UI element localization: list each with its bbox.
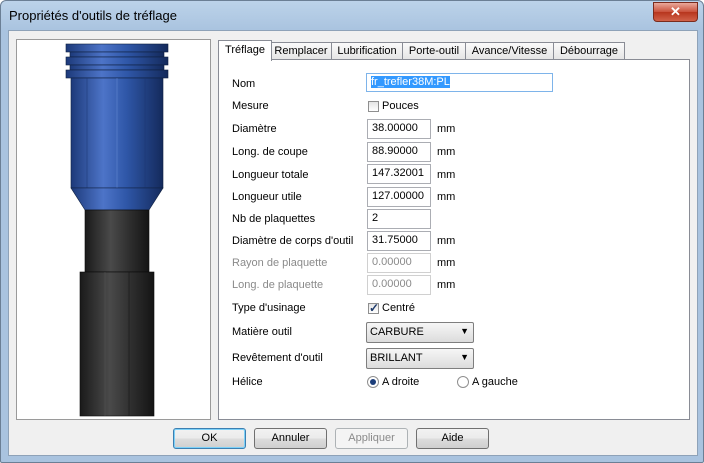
long-coupe-label: Long. de coupe (232, 146, 308, 158)
long-coupe-field[interactable]: 88.90000 (367, 142, 431, 162)
window-title: Propriétés d'outils de tréflage (9, 8, 177, 23)
treflage-panel: Nom fr_trefler38M:PL Mesure Pouces Diamè… (218, 59, 690, 420)
tab-porte-outil[interactable]: Porte-outil (402, 42, 466, 60)
dropdown-arrow-icon: ▼ (460, 352, 469, 362)
longueur-totale-field[interactable]: 147.32001 (367, 164, 431, 184)
appliquer-button: Appliquer (335, 428, 408, 449)
radio-selected-dot (370, 379, 376, 385)
longueur-utile-field[interactable]: 127.00000 (367, 187, 431, 207)
a-droite-label: A droite (382, 376, 420, 388)
centre-label: Centré (382, 302, 416, 314)
tab-treflage[interactable]: Tréflage (218, 40, 272, 61)
nom-label: Nom (232, 78, 256, 90)
nom-value: fr_trefler38M:PL (371, 76, 450, 88)
helice-label: Hélice (232, 376, 263, 388)
tab-lubrification[interactable]: Lubrification (331, 42, 403, 60)
tab-avance-vitesse[interactable]: Avance/Vitesse (465, 42, 554, 60)
tab-remplacer[interactable]: Remplacer (270, 42, 332, 60)
longueur-totale-unit: mm (437, 169, 456, 181)
longueur-totale-label: Longueur totale (232, 169, 309, 181)
revetement-label: Revêtement d'outil (232, 352, 323, 364)
a-gauche-radio[interactable] (457, 376, 469, 388)
ok-button[interactable]: OK (173, 428, 246, 449)
a-gauche-label: A gauche (472, 376, 518, 388)
rayon-plaquette-label: Rayon de plaquette (232, 257, 328, 269)
revetement-value: BRILLANT (370, 352, 423, 364)
longueur-utile-unit: mm (437, 191, 456, 203)
checkmark-icon: ✓ (369, 301, 380, 315)
long-plaquette-unit: mm (437, 279, 456, 291)
long-plaquette-field: 0.00000 (367, 275, 431, 295)
centre-checkbox[interactable]: ✓ (368, 301, 380, 315)
rayon-plaquette-field: 0.00000 (367, 253, 431, 273)
tab-debourrage[interactable]: Débourrage (553, 42, 625, 60)
rayon-plaquette-unit: mm (437, 257, 456, 269)
pouces-checkbox[interactable] (368, 101, 379, 112)
diametre-corps-unit: mm (437, 235, 456, 247)
dropdown-arrow-icon: ▼ (460, 326, 469, 336)
diametre-corps-label: Diamètre de corps d'outil (232, 235, 354, 247)
nom-input[interactable]: fr_trefler38M:PL (366, 73, 553, 92)
long-coupe-unit: mm (437, 146, 456, 158)
matiere-label: Matière outil (232, 326, 292, 338)
tool-preview-image (65, 43, 169, 417)
diametre-unit: mm (437, 123, 456, 135)
type-usinage-label: Type d'usinage (232, 302, 306, 314)
matiere-select[interactable]: CARBURE ▼ (366, 322, 474, 343)
mesure-label: Mesure (232, 100, 269, 112)
dialog-window: Propriétés d'outils de tréflage ✕ Tréfla… (0, 0, 704, 463)
diametre-corps-field[interactable]: 31.75000 (367, 231, 431, 251)
dialog-client: Tréflage Remplacer Lubrification Porte-o… (8, 30, 698, 456)
aide-button[interactable]: Aide (416, 428, 489, 449)
diametre-field[interactable]: 38.00000 (367, 119, 431, 139)
pouces-label: Pouces (382, 100, 419, 112)
matiere-value: CARBURE (370, 326, 424, 338)
longueur-utile-label: Longueur utile (232, 191, 302, 203)
revetement-select[interactable]: BRILLANT ▼ (366, 348, 474, 369)
nb-plaquettes-field[interactable]: 2 (367, 209, 431, 229)
title-bar[interactable]: Propriétés d'outils de tréflage ✕ (1, 1, 703, 29)
diametre-label: Diamètre (232, 123, 277, 135)
nb-plaquettes-label: Nb de plaquettes (232, 213, 316, 225)
a-droite-radio[interactable] (367, 376, 379, 388)
close-button[interactable]: ✕ (653, 2, 698, 22)
annuler-button[interactable]: Annuler (254, 428, 327, 449)
long-plaquette-label: Long. de plaquette (232, 279, 324, 291)
tool-preview (16, 39, 211, 420)
